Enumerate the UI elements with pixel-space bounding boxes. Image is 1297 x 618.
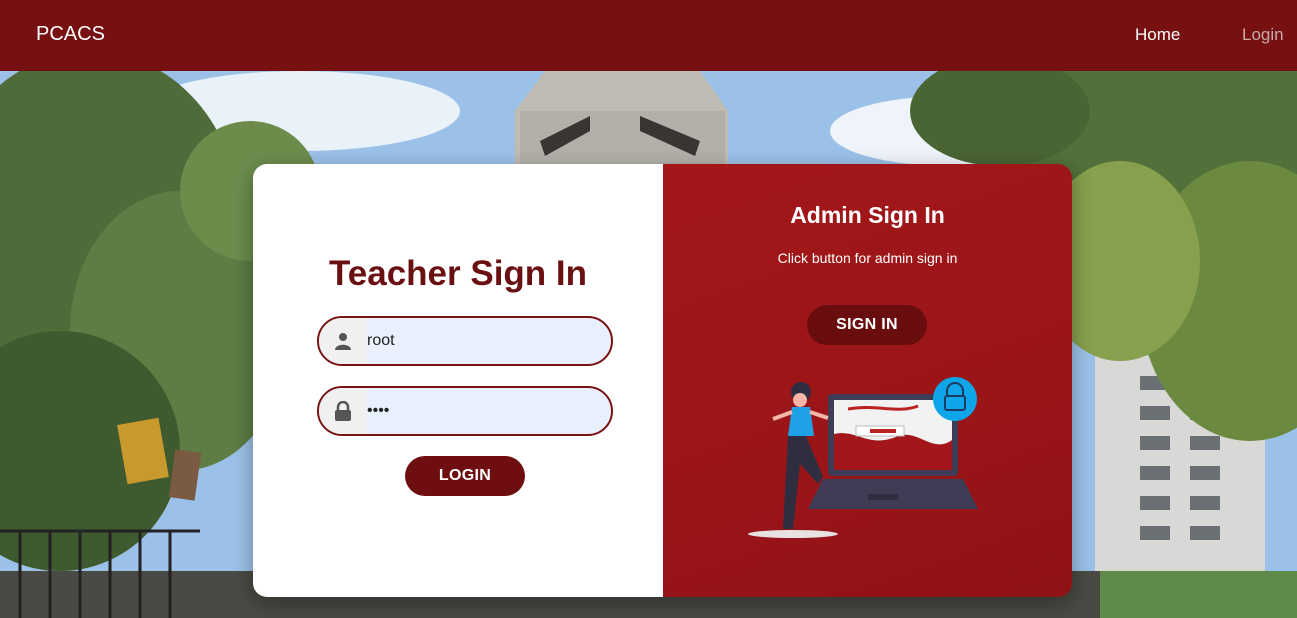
- password-input[interactable]: [367, 388, 607, 434]
- navbar: PCACS Home Login: [0, 0, 1297, 71]
- admin-sign-in-title: Admin Sign In: [790, 202, 945, 228]
- teacher-panel: Teacher Sign In LOGIN: [253, 164, 663, 597]
- laptop-security-illustration: [748, 377, 978, 538]
- teacher-sign-in-title: Teacher Sign In: [328, 254, 588, 293]
- username-field[interactable]: [317, 316, 613, 366]
- admin-panel: Admin Sign In Click button for admin sig…: [663, 164, 1072, 597]
- lock-icon: [319, 388, 367, 434]
- password-field[interactable]: [317, 386, 613, 436]
- admin-subtitle: Click button for admin sign in: [777, 250, 958, 266]
- admin-sign-in-button[interactable]: SIGN IN: [807, 305, 927, 345]
- username-input[interactable]: [367, 318, 607, 364]
- login-button[interactable]: LOGIN: [405, 456, 525, 496]
- brand-logo[interactable]: PCACS: [36, 23, 105, 46]
- login-card: Teacher Sign In LOGIN Admin Sign In: [253, 164, 1072, 597]
- nav-home-link[interactable]: Home: [1135, 25, 1180, 45]
- nav-login-link[interactable]: Login: [1242, 25, 1284, 45]
- user-icon: [319, 318, 367, 364]
